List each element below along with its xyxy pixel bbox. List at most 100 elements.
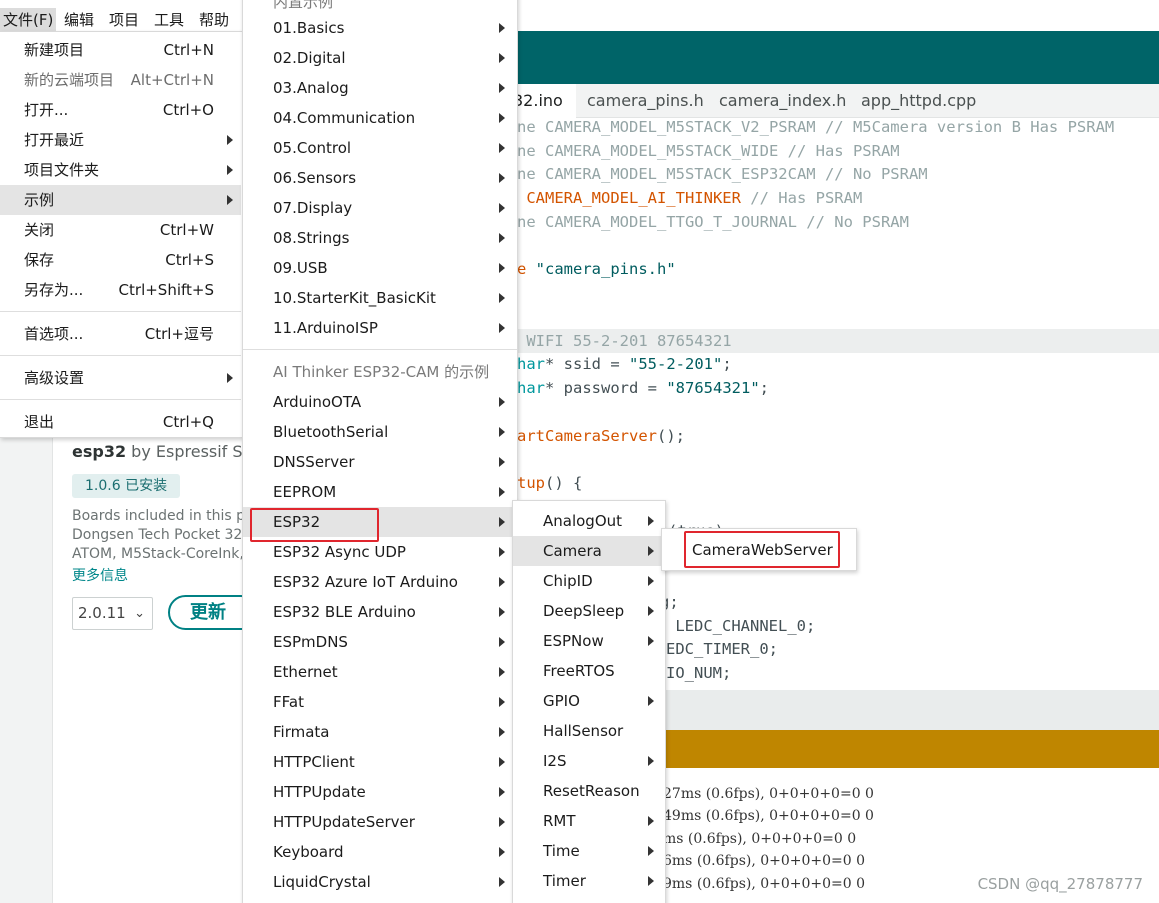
menu-item-new-sketch[interactable]: 新建项目 Ctrl+N bbox=[0, 35, 241, 65]
submenu-arrow-icon bbox=[648, 696, 654, 706]
submenu-arrow-icon bbox=[648, 516, 654, 526]
menu-item-ethernet[interactable]: Ethernet bbox=[243, 657, 517, 687]
console-line: 49ms (0.6fps), 0+0+0+0=0 0 bbox=[663, 808, 874, 824]
console-line: 6ms (0.6fps), 0+0+0+0=0 0 bbox=[663, 853, 866, 869]
submenu-arrow-icon bbox=[499, 457, 505, 467]
code-line: ne CAMERA_MODEL_M5STACK_ESP32CAM // No P… bbox=[517, 165, 928, 183]
update-button[interactable]: 更新 bbox=[168, 595, 243, 630]
menu-item-control[interactable]: 05.Control bbox=[243, 133, 517, 163]
menu-item-httpclient[interactable]: HTTPClient bbox=[243, 747, 517, 777]
submenu-arrow-icon bbox=[499, 293, 505, 303]
menu-item-arduinoisp[interactable]: 11.ArduinoISP bbox=[243, 313, 517, 343]
menu-item-keyboard[interactable]: Keyboard bbox=[243, 837, 517, 867]
menu-item-httpupdateserver[interactable]: HTTPUpdateServer bbox=[243, 807, 517, 837]
menu-item-basics[interactable]: 01.Basics bbox=[243, 13, 517, 43]
examples-submenu: 内置示例 01.Basics 02.Digital 03.Analog 04.C… bbox=[242, 0, 518, 903]
menu-item-advanced[interactable]: 高级设置 bbox=[0, 363, 241, 393]
board-description: Dongsen Tech Pocket 32 bbox=[72, 527, 243, 543]
submenu-arrow-icon bbox=[499, 263, 505, 273]
menu-item-close[interactable]: 关闭 Ctrl+W bbox=[0, 215, 241, 245]
menu-file[interactable]: 文件(F) bbox=[0, 8, 57, 32]
menu-item-esp32-async-udp[interactable]: ESP32 Async UDP bbox=[243, 537, 517, 567]
menu-item-open-recent[interactable]: 打开最近 bbox=[0, 125, 241, 155]
menu-item-sketchbook[interactable]: 项目文件夹 bbox=[0, 155, 241, 185]
menu-item-analog[interactable]: 03.Analog bbox=[243, 73, 517, 103]
menu-item-httpupdate[interactable]: HTTPUpdate bbox=[243, 777, 517, 807]
menu-item-espnow[interactable]: ESPNow bbox=[513, 626, 665, 656]
submenu-arrow-icon bbox=[499, 23, 505, 33]
submenu-arrow-icon bbox=[499, 397, 505, 407]
submenu-arrow-icon bbox=[499, 427, 505, 437]
submenu-arrow-icon bbox=[499, 517, 505, 527]
menu-item-dnsserver[interactable]: DNSServer bbox=[243, 447, 517, 477]
menu-help[interactable]: 帮助 bbox=[199, 8, 229, 32]
submenu-arrow-icon bbox=[499, 847, 505, 857]
menu-item-resetreason[interactable]: ResetReason bbox=[513, 776, 665, 806]
menu-tools[interactable]: 工具 bbox=[154, 8, 184, 32]
code-line: e "camera_pins.h" bbox=[517, 260, 676, 278]
code-line: CAMERA_MODEL_AI_THINKER // Has PSRAM bbox=[517, 189, 863, 207]
submenu-arrow-icon bbox=[499, 143, 505, 153]
menu-item-save[interactable]: 保存 Ctrl+S bbox=[0, 245, 241, 275]
code-line-highlighted: WIFI 55-2-201 87654321 bbox=[517, 329, 1159, 353]
submenu-arrow-icon bbox=[648, 576, 654, 586]
menu-item-camera[interactable]: Camera bbox=[513, 536, 665, 566]
menu-item-chipid[interactable]: ChipID bbox=[513, 566, 665, 596]
menu-item-espmdns[interactable]: ESPmDNS bbox=[243, 627, 517, 657]
menu-item-preferences[interactable]: 首选项... Ctrl+逗号 bbox=[0, 319, 241, 349]
board-title: esp32 by Espressif Sys bbox=[72, 442, 243, 461]
menu-item-timer[interactable]: Timer bbox=[513, 866, 665, 896]
menu-item-firmata[interactable]: Firmata bbox=[243, 717, 517, 747]
menu-item-save-as[interactable]: 另存为... Ctrl+Shift+S bbox=[0, 275, 241, 305]
board-description: Boards included in this p bbox=[72, 508, 243, 524]
submenu-arrow-icon bbox=[648, 846, 654, 856]
menu-item-quit[interactable]: 退出 Ctrl+Q bbox=[0, 407, 241, 437]
menu-item-starterkit[interactable]: 10.StarterKit_BasicKit bbox=[243, 283, 517, 313]
menu-item-freertos[interactable]: FreeRTOS bbox=[513, 656, 665, 686]
submenu-arrow-icon bbox=[648, 876, 654, 886]
menu-item-digital[interactable]: 02.Digital bbox=[243, 43, 517, 73]
console-line: 9ms (0.6fps), 0+0+0+0=0 0 bbox=[663, 876, 866, 892]
submenu-arrow-icon bbox=[499, 113, 505, 123]
submenu-arrow-icon bbox=[499, 787, 505, 797]
tab-app-httpd[interactable]: app_httpd.cpp bbox=[848, 84, 989, 118]
menu-item-rmt[interactable]: RMT bbox=[513, 806, 665, 836]
menu-edit[interactable]: 编辑 bbox=[64, 8, 94, 32]
menu-item-esp32-azure-iot[interactable]: ESP32 Azure IoT Arduino bbox=[243, 567, 517, 597]
menu-item-usb[interactable]: 09.USB bbox=[243, 253, 517, 283]
menu-item-examples[interactable]: 示例 bbox=[0, 185, 241, 215]
more-info-link[interactable]: 更多信息 bbox=[72, 565, 128, 585]
menu-item-liquidcrystal[interactable]: LiquidCrystal bbox=[243, 867, 517, 897]
submenu-arrow-icon bbox=[227, 135, 233, 145]
menu-item-sensors[interactable]: 06.Sensors bbox=[243, 163, 517, 193]
version-select[interactable]: 2.0.11 ⌄ bbox=[72, 597, 153, 630]
menu-item-gpio[interactable]: GPIO bbox=[513, 686, 665, 716]
menu-item-i2s[interactable]: I2S bbox=[513, 746, 665, 776]
menu-item-analogout[interactable]: AnalogOut bbox=[513, 506, 665, 536]
menu-item-display[interactable]: 07.Display bbox=[243, 193, 517, 223]
menu-item-ffat[interactable]: FFat bbox=[243, 687, 517, 717]
installed-badge: 1.0.6 已安装 bbox=[72, 474, 181, 498]
console-line: 27ms (0.6fps), 0+0+0+0=0 0 bbox=[663, 786, 874, 802]
camera-submenu: CameraWebServer bbox=[661, 528, 857, 571]
chevron-down-icon: ⌄ bbox=[134, 606, 145, 621]
menu-item-new-cloud-sketch[interactable]: 新的云端项目 Alt+Ctrl+N bbox=[0, 65, 241, 95]
menu-item-open[interactable]: 打开... Ctrl+O bbox=[0, 95, 241, 125]
menu-item-esp32[interactable]: ESP32 bbox=[243, 507, 517, 537]
menu-sketch[interactable]: 项目 bbox=[109, 8, 139, 32]
tab-camera-pins[interactable]: camera_pins.h bbox=[574, 84, 717, 118]
code-line: har* ssid = "55-2-201"; bbox=[517, 355, 732, 373]
menu-item-time[interactable]: Time bbox=[513, 836, 665, 866]
submenu-arrow-icon bbox=[499, 727, 505, 737]
menu-item-communication[interactable]: 04.Communication bbox=[243, 103, 517, 133]
menu-item-hallsensor[interactable]: HallSensor bbox=[513, 716, 665, 746]
menu-item-esp32-ble[interactable]: ESP32 BLE Arduino bbox=[243, 597, 517, 627]
menu-item-bluetoothserial[interactable]: BluetoothSerial bbox=[243, 417, 517, 447]
submenu-arrow-icon bbox=[499, 203, 505, 213]
tab-camera-index[interactable]: camera_index.h bbox=[706, 84, 859, 118]
menu-item-strings[interactable]: 08.Strings bbox=[243, 223, 517, 253]
menu-item-arduinoota[interactable]: ArduinoOTA bbox=[243, 387, 517, 417]
menu-item-deepsleep[interactable]: DeepSleep bbox=[513, 596, 665, 626]
menu-item-eeprom[interactable]: EEPROM bbox=[243, 477, 517, 507]
menu-item-camerawebserver[interactable]: CameraWebServer bbox=[662, 535, 856, 565]
